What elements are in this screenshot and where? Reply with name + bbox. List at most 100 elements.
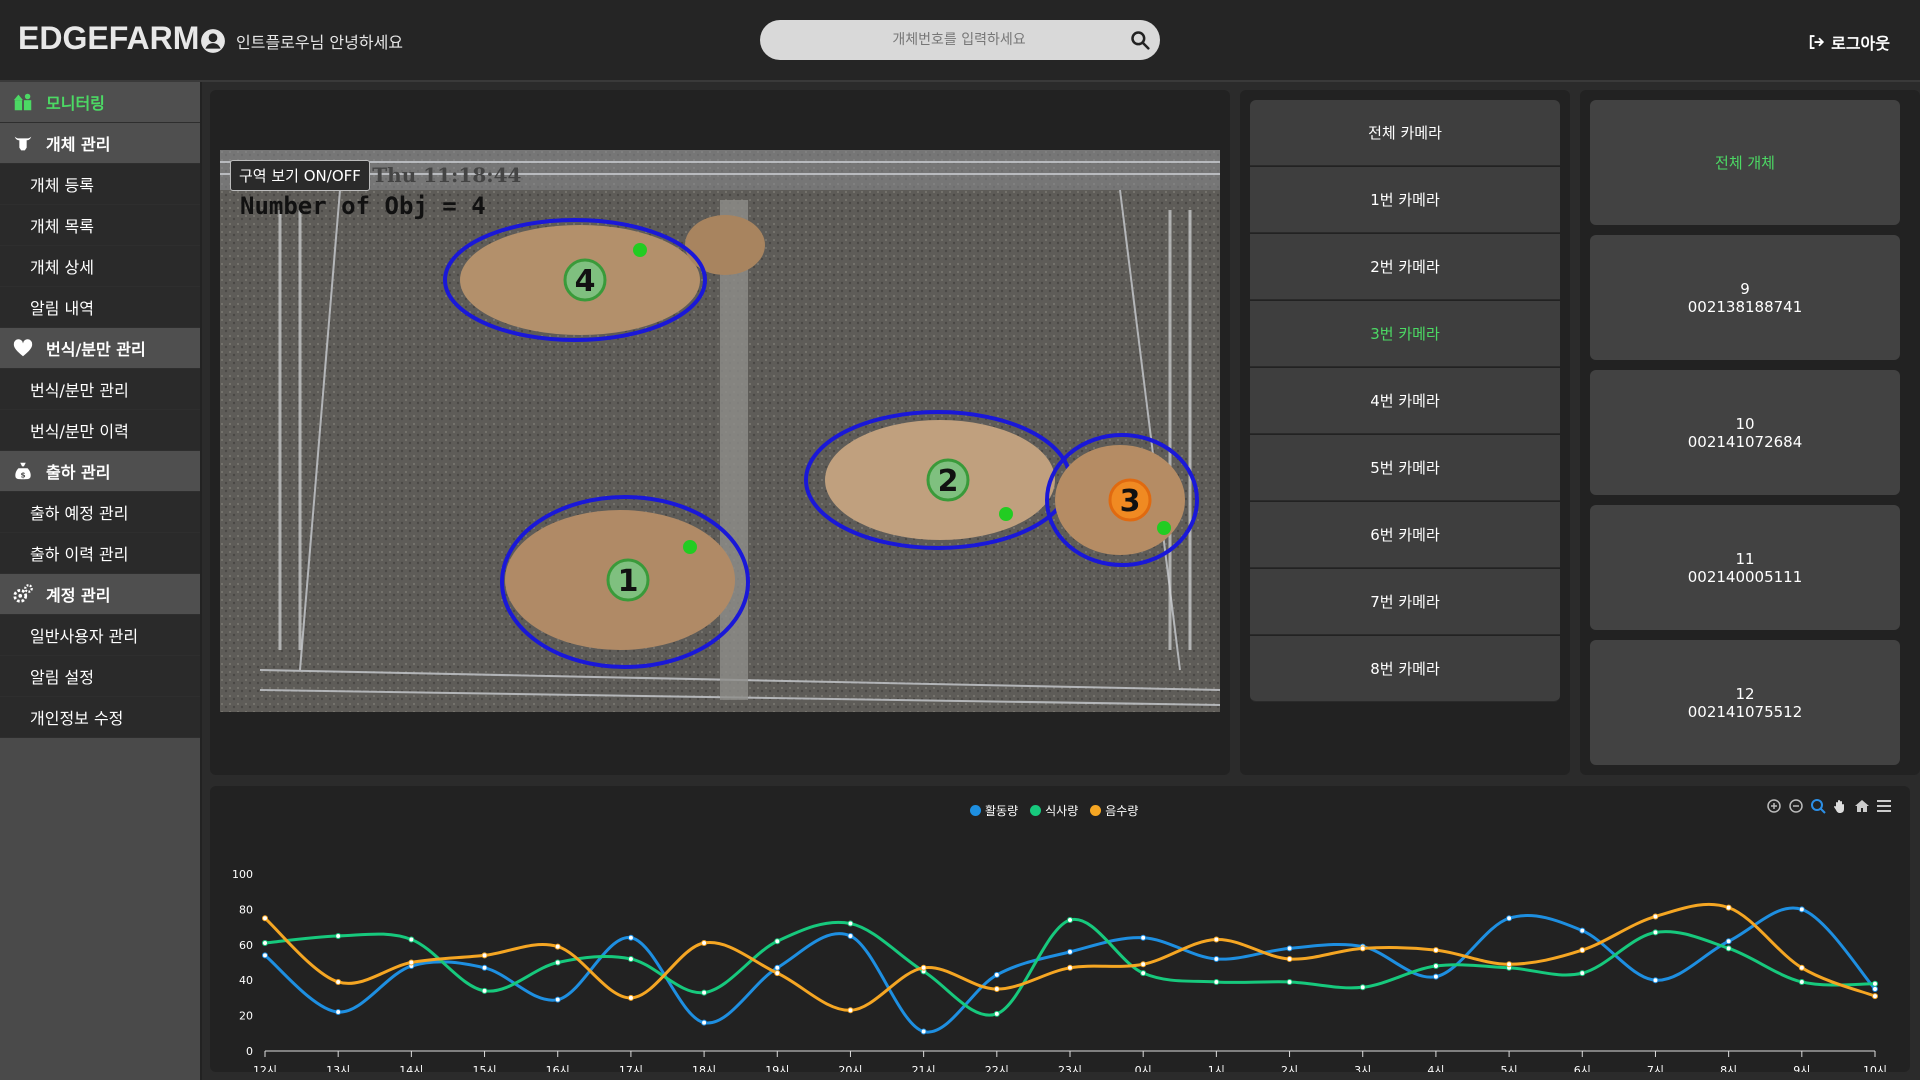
data-point [701, 1019, 708, 1026]
home-reset-icon[interactable] [1854, 798, 1870, 814]
data-point [627, 955, 634, 962]
cow-icon [14, 136, 32, 151]
sidebar-item-alert-settings[interactable]: 알림 설정 [0, 656, 200, 697]
y-tick-label: 20 [239, 1010, 253, 1023]
data-point [627, 994, 634, 1001]
sidebar-item-animal-detail[interactable]: 개체 상세 [0, 246, 200, 287]
camera-5-button[interactable]: 5번 카메라 [1250, 435, 1560, 501]
x-tick-label: 20시 [838, 1064, 862, 1072]
chart-toolbar [1766, 798, 1892, 814]
object-label-3: 3 [1120, 484, 1141, 519]
object-list-panel: 전체 개체 9 002138188741 10 002141072684 11 … [1580, 90, 1920, 775]
cow-1: 1 [500, 495, 750, 669]
data-point [1872, 980, 1878, 987]
data-point [481, 952, 488, 959]
cow-2: 2 [804, 410, 1072, 550]
camera-6-button[interactable]: 6번 카메라 [1250, 502, 1560, 568]
object-label-1: 1 [618, 564, 639, 599]
object-card[interactable]: 12 002141075512 [1590, 640, 1900, 765]
sidebar-item-animal-list[interactable]: 개체 목록 [0, 205, 200, 246]
selection-zoom-icon[interactable] [1810, 798, 1826, 814]
camera-3-button[interactable]: 3번 카메라 [1250, 301, 1560, 367]
x-tick-label: 17시 [619, 1064, 643, 1072]
camera-all-button[interactable]: 전체 카메라 [1250, 100, 1560, 166]
data-point [1067, 948, 1073, 955]
data-point [1652, 913, 1659, 920]
camera-4-button[interactable]: 4번 카메라 [1250, 368, 1560, 434]
sidebar-item-alert-history[interactable]: 알림 내역 [0, 287, 200, 328]
x-tick-label: 3시 [1354, 1064, 1371, 1072]
zoom-in-icon[interactable] [1766, 798, 1782, 814]
sidebar-item-shipping-plan[interactable]: 출하 예정 관리 [0, 492, 200, 533]
data-point [1579, 927, 1586, 934]
zoom-out-icon[interactable] [1788, 798, 1804, 814]
menu-icon[interactable] [1876, 798, 1892, 814]
brand-logo[interactable]: EDGEFARM [18, 20, 199, 57]
sidebar-item-shipping-history[interactable]: 출하 이력 관리 [0, 533, 200, 574]
data-point [1506, 961, 1513, 968]
line-chart[interactable]: 0 20 40 60 80 100 12시 13시 14시 15시 16시 17시 18시 19시 20시 2… [210, 816, 1910, 1072]
object-card[interactable]: 9 002138188741 [1590, 235, 1900, 360]
legend-dot-feed [1030, 805, 1042, 816]
sidebar-group-animal[interactable]: 개체 관리 [0, 123, 200, 164]
search-input[interactable] [760, 31, 1120, 49]
camera-1-button[interactable]: 1번 카메라 [1250, 167, 1560, 233]
x-tick-label: 1시 [1208, 1064, 1225, 1072]
x-tick-label: 7시 [1647, 1064, 1664, 1072]
data-point [262, 940, 268, 947]
y-tick-label: 80 [239, 903, 253, 916]
sidebar-item-animal-register[interactable]: 개체 등록 [0, 164, 200, 205]
camera-image: 4 2 3 1 / Thu 11:18:44 Number of Obj = 4 [220, 150, 1220, 712]
object-card[interactable]: 11 002140005111 [1590, 505, 1900, 630]
gears-icon [13, 584, 33, 603]
sidebar-group-breeding[interactable]: 번식/분만 관리 [0, 328, 200, 369]
sidebar-item-breeding-history[interactable]: 번식/분만 이력 [0, 410, 200, 451]
sidebar-group-shipping[interactable]: $ 출하 관리 [0, 451, 200, 492]
x-tick-label: 13시 [326, 1064, 350, 1072]
data-point [1067, 917, 1073, 924]
heart-icon [13, 339, 33, 357]
data-point [993, 1010, 1000, 1017]
data-point [993, 986, 1000, 993]
sidebar-group-account[interactable]: 계정 관리 [0, 574, 200, 615]
object-number: 9 [1740, 279, 1750, 298]
data-point [1798, 964, 1805, 971]
sidebar-group-monitoring[interactable]: 모니터링 [0, 82, 200, 123]
search-icon[interactable] [1120, 20, 1160, 60]
data-point [262, 952, 268, 959]
camera-7-button[interactable]: 7번 카메라 [1250, 569, 1560, 635]
sidebar-item-profile-edit[interactable]: 개인정보 수정 [0, 697, 200, 738]
data-point [1432, 973, 1439, 980]
data-point [335, 978, 342, 985]
object-card[interactable]: 10 002141072684 [1590, 370, 1900, 495]
legend-dot-water [1090, 805, 1102, 816]
object-label-4: 4 [575, 264, 596, 299]
sidebar-item-user-manage[interactable]: 일반사용자 관리 [0, 615, 200, 656]
data-point [1652, 977, 1659, 984]
data-point [627, 934, 634, 941]
video-timestamp: / Thu 11:18:44 [358, 163, 522, 187]
object-count-overlay: Number of Obj = 4 [240, 192, 486, 220]
data-point [1725, 945, 1732, 952]
x-tick-label: 23시 [1058, 1064, 1082, 1072]
camera-2-button[interactable]: 2번 카메라 [1250, 234, 1560, 300]
pan-hand-icon[interactable] [1832, 798, 1848, 814]
logout-button[interactable]: 로그아웃 [1807, 30, 1890, 54]
zone-toggle-button[interactable]: 구역 보기 ON/OFF [230, 160, 370, 191]
data-point [554, 959, 561, 966]
object-label-2: 2 [938, 464, 959, 499]
data-point [774, 938, 781, 945]
data-point [701, 989, 708, 996]
camera-8-button[interactable]: 8번 카메라 [1250, 636, 1560, 702]
sidebar-item-breeding-manage[interactable]: 번식/분만 관리 [0, 369, 200, 410]
data-point [554, 996, 561, 1003]
object-id: 002140005111 [1687, 567, 1803, 586]
object-all-card[interactable]: 전체 개체 [1590, 100, 1900, 225]
object-number: 11 [1735, 549, 1755, 568]
x-tick-label: 9시 [1793, 1064, 1810, 1072]
x-tick-label: 6시 [1574, 1064, 1591, 1072]
data-point [1140, 934, 1147, 941]
camera-feed[interactable]: 구역 보기 ON/OFF 4 2 3 1 / Thu 11:18:44 Numb… [220, 150, 1220, 712]
sidebar-group-label: 번식/분만 관리 [46, 340, 146, 359]
object-all-label: 전체 개체 [1715, 153, 1775, 172]
